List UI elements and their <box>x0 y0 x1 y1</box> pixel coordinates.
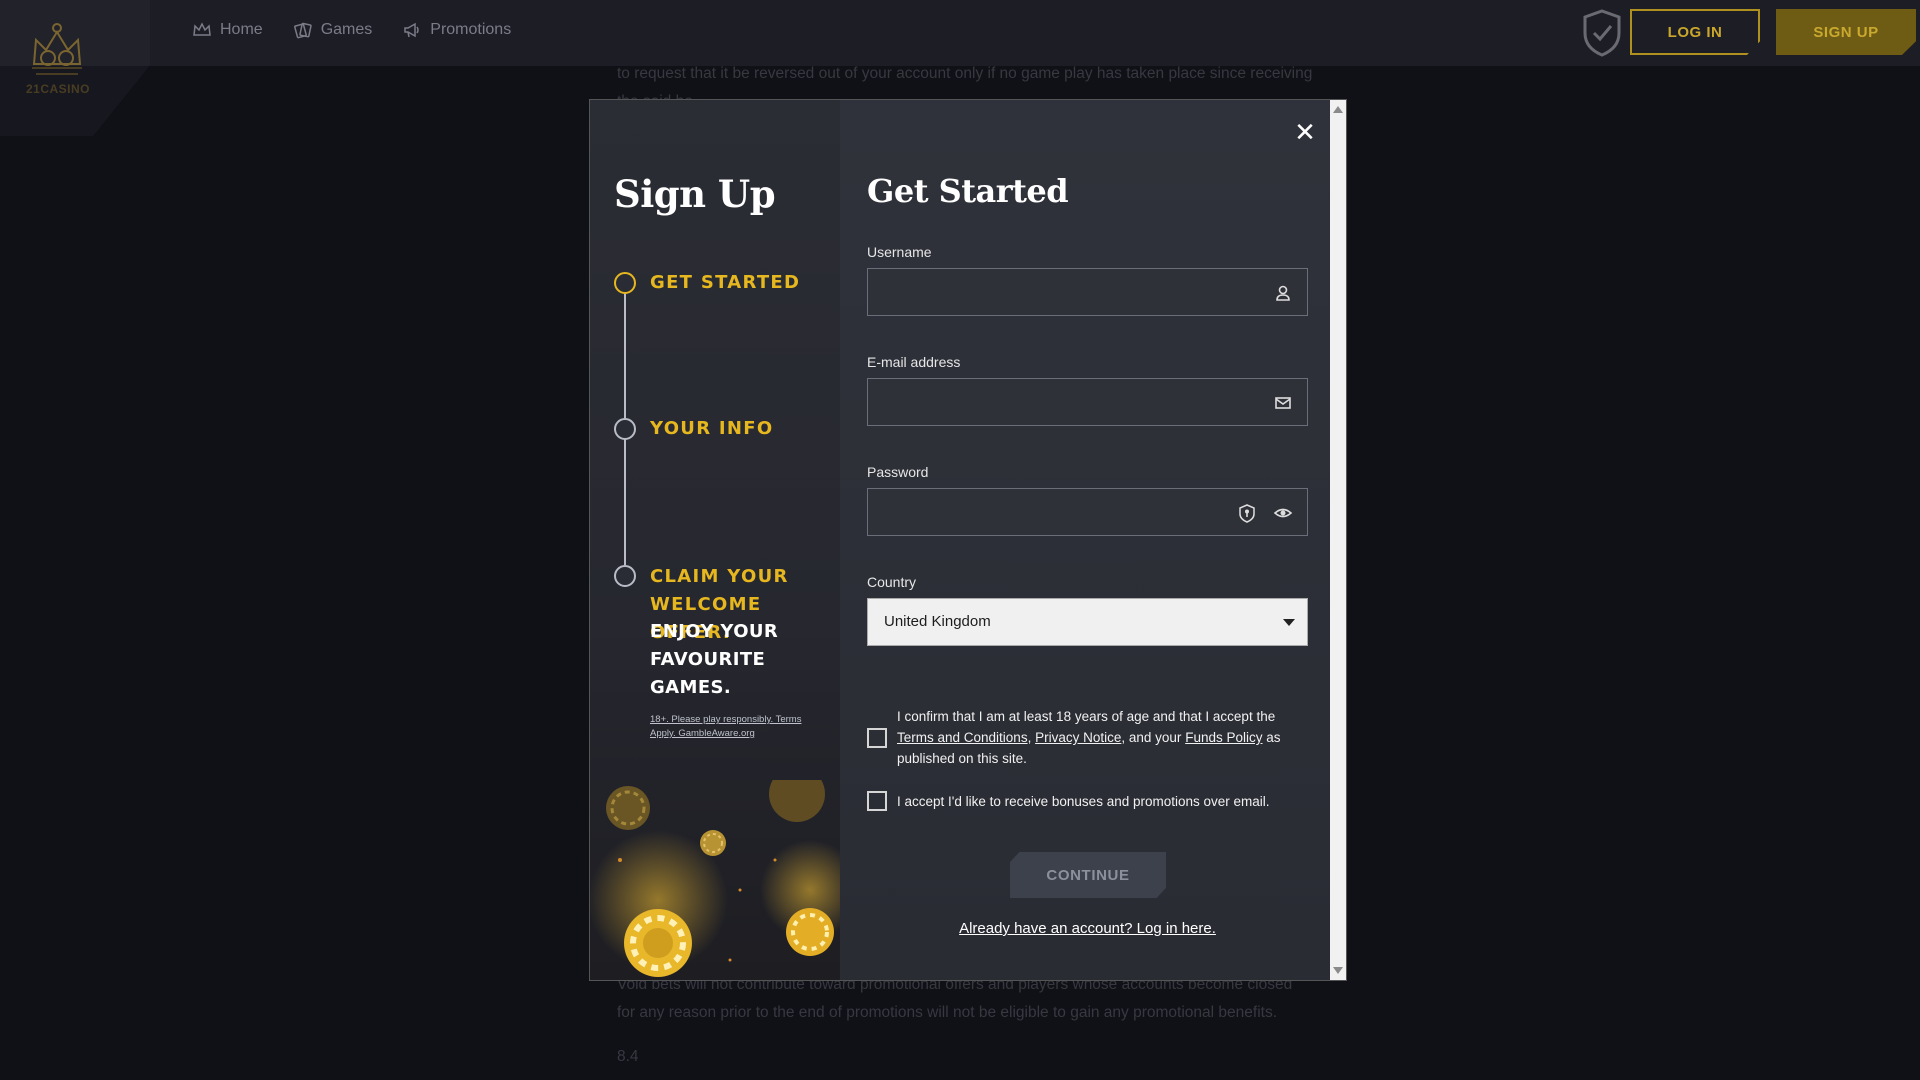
casino-chips-illustration <box>590 780 840 977</box>
terms-sep2: , and your <box>1121 730 1182 745</box>
show-password-eye-icon[interactable] <box>1273 503 1293 523</box>
terms-consent-text: I confirm that I am at least 18 years of… <box>897 706 1307 769</box>
step-label-your-info: YOUR INFO <box>650 418 774 439</box>
modal-title: Sign Up <box>614 172 776 216</box>
megaphone-icon <box>404 22 420 38</box>
nav-item-home[interactable]: Home <box>192 20 263 40</box>
password-label: Password <box>867 464 929 480</box>
crown-icon <box>193 22 211 36</box>
country-select[interactable]: United Kingdom <box>867 598 1308 646</box>
nav-label-promotions: Promotions <box>430 21 512 38</box>
nav-label-home: Home <box>220 21 263 38</box>
modal-form-panel <box>840 100 1330 980</box>
step-subtext: ENJOY YOUR FAVOURITE GAMES. <box>650 621 779 698</box>
terms-sep1: , <box>1027 730 1032 745</box>
email-input[interactable] <box>868 379 1307 425</box>
password-strength-shield-icon <box>1239 504 1255 523</box>
shield-check-icon[interactable] <box>1580 8 1624 58</box>
terms-link[interactable]: Terms and Conditions <box>897 730 1028 745</box>
step-label-get-started: GET STARTED <box>650 272 801 293</box>
scroll-down-arrow-icon[interactable] <box>1333 967 1343 974</box>
chevron-down-icon <box>1283 619 1295 626</box>
username-input[interactable] <box>868 269 1307 315</box>
signup-modal: ✕ Sign Up Get Started GET STARTED YOUR I… <box>589 99 1347 981</box>
envelope-icon <box>1275 397 1291 409</box>
main-nav: Home Games Promotions <box>192 20 511 40</box>
cards-icon <box>293 22 312 39</box>
funds-policy-link[interactable]: Funds Policy <box>1185 730 1262 745</box>
username-field[interactable] <box>867 268 1308 316</box>
email-field[interactable] <box>867 378 1308 426</box>
scroll-up-arrow-icon[interactable] <box>1333 106 1343 113</box>
nav-item-promotions[interactable]: Promotions <box>402 20 511 40</box>
close-icon[interactable]: ✕ <box>1290 118 1320 148</box>
country-select-value: United Kingdom <box>884 613 991 630</box>
step-indicator-welcome-offer <box>614 565 636 587</box>
step-indicator-your-info <box>614 418 636 440</box>
marketing-consent-text: I accept I'd like to receive bonuses and… <box>897 794 1270 809</box>
top-navbar: Home Games Promotions LOG IN SIGN UP <box>0 0 1920 66</box>
signup-button[interactable]: SIGN UP <box>1776 9 1916 55</box>
nav-item-games[interactable]: Games <box>293 20 373 40</box>
continue-button[interactable]: CONTINUE <box>1010 852 1166 898</box>
step-indicator-get-started <box>614 272 636 294</box>
form-title: Get Started <box>867 172 1069 210</box>
terms-checkbox[interactable] <box>867 728 887 748</box>
country-label: Country <box>867 574 917 590</box>
login-link[interactable]: Already have an account? Log in here. <box>867 920 1308 937</box>
privacy-link[interactable]: Privacy Notice <box>1035 730 1121 745</box>
login-button[interactable]: LOG IN <box>1630 9 1760 55</box>
user-icon <box>1276 285 1290 301</box>
username-label: Username <box>867 244 932 260</box>
password-field[interactable] <box>867 488 1308 536</box>
marketing-checkbox[interactable] <box>867 791 887 811</box>
nav-label-games: Games <box>320 21 373 38</box>
email-label: E-mail address <box>867 354 961 370</box>
modal-scrollbar[interactable] <box>1330 100 1346 980</box>
responsible-gambling-notice[interactable]: 18+. Please play responsibly. Terms Appl… <box>650 713 820 741</box>
terms-consent-part1: I confirm that I am at least 18 years of… <box>897 709 1276 724</box>
